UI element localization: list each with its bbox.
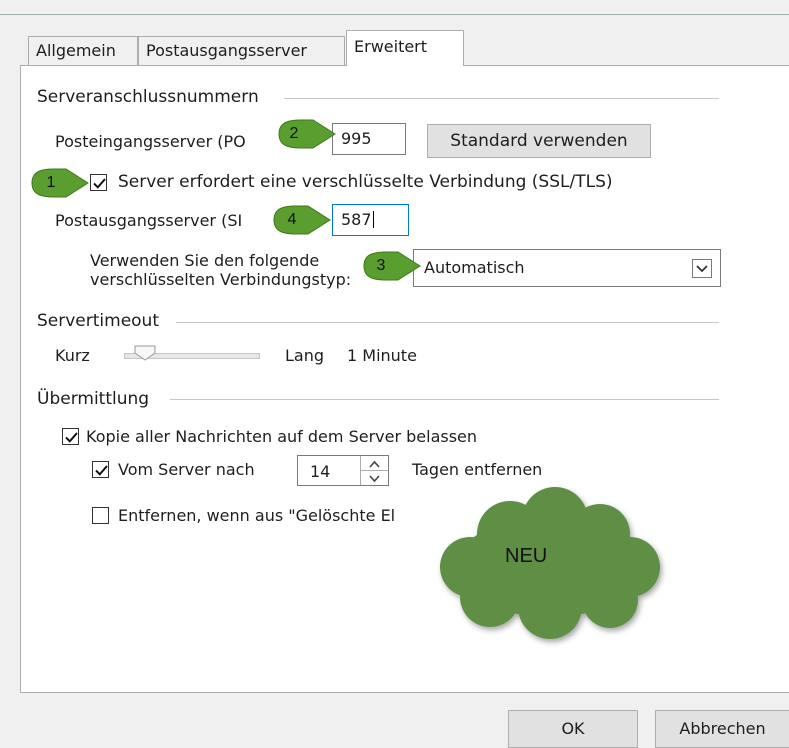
remove-after-prefix: Vom Server nach: [118, 460, 255, 479]
tab-postausgangsserver[interactable]: Postausgangsserver: [138, 36, 345, 65]
neu-cloud-text: NEU: [505, 545, 548, 567]
timeout-slider-thumb[interactable]: [134, 345, 156, 361]
check-icon: [65, 432, 78, 443]
incoming-port-value: 995: [341, 129, 372, 148]
encryption-label-line2: verschlüsselten Verbindungstyp:: [90, 270, 352, 289]
ok-label: OK: [561, 719, 585, 738]
remove-after-checkbox[interactable]: [92, 461, 109, 478]
remove-after-days-stepper[interactable]: 14: [297, 455, 389, 486]
tab-label: Postausgangsserver: [146, 41, 307, 60]
group-label-delivery: Übermittlung: [37, 389, 150, 409]
incoming-server-label: Posteingangsserver (PO: [55, 132, 246, 151]
chevron-down-icon[interactable]: [692, 259, 712, 278]
ok-button[interactable]: OK: [508, 710, 638, 748]
encryption-type-value: Automatisch: [424, 258, 525, 277]
group-divider: [284, 98, 719, 99]
timeout-short-label: Kurz: [55, 346, 90, 365]
ssl-checkbox[interactable]: [90, 174, 107, 191]
incoming-port-input[interactable]: 995: [332, 123, 406, 155]
group-divider: [170, 399, 719, 400]
spin-down-icon[interactable]: [361, 471, 388, 485]
cancel-button[interactable]: Abbrechen: [655, 710, 789, 748]
remove-deleted-checkbox[interactable]: [92, 507, 109, 524]
encryption-type-select[interactable]: Automatisch: [413, 249, 721, 287]
tab-label: Erweitert: [354, 37, 428, 56]
group-divider: [176, 322, 719, 323]
remove-deleted-label: Entfernen, wenn aus "Gelöschte El: [118, 506, 396, 525]
badge-3-number: 3: [376, 257, 386, 274]
group-label-server-timeout: Servertimeout: [37, 311, 159, 331]
outgoing-server-label: Postausgangsserver (SI: [55, 211, 243, 230]
check-icon: [93, 178, 106, 189]
outgoing-port-input[interactable]: 587: [332, 204, 409, 236]
keep-copy-label: Kopie aller Nachrichten auf dem Server b…: [86, 427, 478, 446]
use-default-button[interactable]: Standard verwenden: [427, 124, 651, 158]
badge-4-number: 4: [287, 211, 297, 228]
top-divider: [0, 14, 789, 15]
timeout-value: 1 Minute: [347, 346, 417, 365]
spin-up-icon[interactable]: [361, 456, 388, 471]
text-caret: [372, 211, 374, 228]
ssl-checkbox-label: Server erfordert eine verschlüsselte Ver…: [118, 172, 613, 192]
remove-after-suffix: Tagen entfernen: [412, 460, 543, 479]
tab-erweitert[interactable]: Erweitert: [346, 30, 464, 66]
tab-allgemein[interactable]: Allgemein: [28, 36, 138, 65]
tab-label: Allgemein: [36, 41, 116, 60]
remove-after-days-value: 14: [310, 462, 331, 481]
group-label-server-ports: Serveranschlussnummern: [37, 87, 259, 107]
check-icon: [95, 465, 108, 476]
timeout-long-label: Lang: [285, 346, 325, 365]
keep-copy-checkbox[interactable]: [62, 428, 79, 445]
use-default-label: Standard verwenden: [450, 131, 628, 151]
settings-panel: [20, 65, 789, 693]
badge-2-number: 2: [289, 125, 299, 142]
encryption-label-line1: Verwenden Sie den folgende: [90, 251, 320, 270]
outgoing-port-value: 587: [341, 210, 372, 229]
cancel-label: Abbrechen: [679, 719, 766, 738]
neu-cloud-annotation: [440, 487, 660, 639]
badge-1-number: 1: [46, 174, 56, 191]
